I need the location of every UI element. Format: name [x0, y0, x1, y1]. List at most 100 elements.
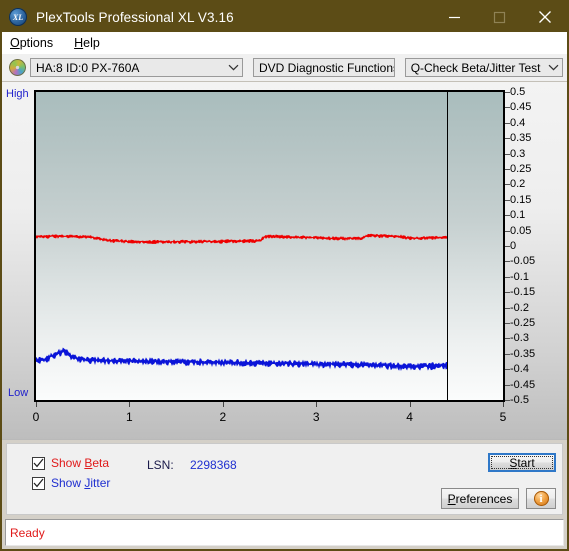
y-tick-label: -0.4: [510, 363, 529, 376]
y-tick-mark: [505, 230, 510, 232]
show-jitter-label: Show Jitter: [51, 476, 110, 490]
y-tick-label: 0.05: [510, 224, 532, 237]
trace-jitter: [36, 347, 448, 371]
x-tick-mark: [222, 402, 224, 407]
y-tick-mark: [505, 307, 510, 309]
y-tick-label: -0.3: [510, 332, 529, 345]
x-tick-label: 0: [32, 410, 40, 424]
menu-item-help[interactable]: Help: [72, 36, 110, 50]
prefs-label-accel: P: [447, 491, 456, 506]
chevron-down-icon: [548, 64, 559, 71]
show-jitter-label-post: itter: [90, 476, 111, 490]
y-tick-label: -0.5: [510, 394, 529, 406]
y-tick-mark: [505, 323, 510, 324]
x-tick-mark: [409, 402, 411, 407]
y-tick-label: -0.05: [510, 255, 536, 268]
y-tick-label: 0.2: [510, 178, 526, 191]
menu-item-options[interactable]: Options: [8, 36, 63, 50]
x-tick-label: 1: [126, 410, 133, 424]
y-tick-label: -0.15: [510, 286, 536, 299]
drive-select-value: HA:8 ID:0 PX-760A: [36, 60, 140, 75]
x-tick-mark: [36, 402, 37, 407]
drive-select[interactable]: HA:8 ID:0 PX-760A: [30, 58, 243, 77]
y-tick-mark: [505, 153, 510, 155]
y-tick-label: 0.35: [510, 132, 532, 145]
plot-area[interactable]: [34, 90, 505, 402]
test-select-value: Q-Check Beta/Jitter Test: [410, 60, 541, 75]
menu-bar: Options Help: [2, 32, 567, 54]
x-tick-label: 3: [312, 410, 320, 424]
maximize-button[interactable]: [477, 2, 522, 32]
show-beta-label: Show Beta: [51, 456, 109, 470]
focus-ring: [491, 456, 553, 469]
application-window: XL PlexTools Professional XL V3.16 Optio…: [0, 0, 569, 551]
info-button[interactable]: i: [526, 488, 556, 509]
x-tick-label: 4: [406, 410, 413, 424]
show-jitter-checkbox[interactable]: Show Jitter: [32, 476, 110, 490]
title-bar: XL PlexTools Professional XL V3.16: [2, 2, 567, 32]
trace-beta: [36, 233, 448, 245]
window-buttons: [432, 2, 567, 32]
axis-label-high: High: [6, 88, 29, 100]
y-tick-mark: [505, 184, 510, 186]
y-tick-mark: [505, 169, 510, 170]
y-tick-mark: [505, 215, 510, 217]
lsn-label: LSN:: [147, 458, 174, 472]
y-tick-label: 0.45: [510, 101, 532, 114]
y-tick-mark: [505, 338, 510, 340]
y-tick-mark: [505, 369, 510, 371]
close-button[interactable]: [522, 2, 567, 32]
minimize-button[interactable]: [432, 2, 477, 32]
y-tick-mark: [505, 92, 510, 93]
app-logo-icon: XL: [9, 8, 27, 26]
close-icon: [538, 11, 551, 23]
y-tick-mark: [505, 246, 510, 247]
y-tick-mark: [505, 122, 510, 124]
start-button[interactable]: Start: [488, 453, 556, 472]
y-tick-label: -0.35: [510, 347, 536, 360]
info-icon: i: [533, 491, 549, 506]
beta-jitter-chart: High Low 0.5 0.45 0.4 0.35 0.3 0.25 0.2 0.15 0.1…: [2, 82, 567, 440]
y-tick-mark: [505, 199, 510, 201]
lsn-value: 2298368: [190, 458, 237, 472]
show-beta-checkbox-box[interactable]: [32, 456, 45, 470]
y-tick-label: -0.45: [510, 378, 536, 391]
y-tick-label: 0: [510, 240, 517, 252]
preferences-button-label: Preferences: [448, 492, 513, 506]
chevron-down-icon: [228, 64, 239, 71]
show-jitter-checkbox-box[interactable]: [32, 476, 45, 490]
y-tick-label: -0.2: [510, 301, 529, 314]
prefs-label-post: references: [455, 491, 513, 506]
y-tick-mark: [505, 292, 510, 294]
y-tick-label: -0.25: [510, 317, 536, 329]
controls-panel: Show Beta Show Jitter LSN: 2298368 Start…: [6, 443, 563, 515]
y-tick-label: 0.25: [510, 163, 532, 175]
x-tick-label: 5: [499, 410, 507, 424]
x-tick-mark: [503, 402, 504, 407]
y-tick-label: -0.1: [510, 270, 529, 283]
minimize-icon: [449, 16, 460, 18]
window-title: PlexTools Professional XL V3.16: [36, 9, 234, 25]
preferences-button[interactable]: Preferences: [441, 488, 519, 509]
data-traces: [36, 233, 448, 371]
function-select[interactable]: DVD Diagnostic Functions: [252, 58, 395, 77]
show-beta-checkbox[interactable]: Show Beta: [32, 456, 109, 470]
y-tick-mark: [505, 276, 510, 278]
y-tick-mark: [505, 107, 510, 109]
y-tick-label: 0.3: [510, 147, 526, 160]
cd-disc-icon: [9, 59, 26, 76]
show-beta-label-pre: Show: [51, 456, 85, 470]
check-icon: [33, 478, 44, 488]
x-tick-mark: [129, 402, 131, 407]
y-tick-label: 0.15: [510, 193, 532, 206]
x-tick-label: 2: [219, 410, 227, 424]
data-end-marker: [446, 92, 448, 400]
axis-label-low: Low: [8, 387, 29, 399]
show-jitter-label-pre: Show: [51, 476, 85, 490]
test-select[interactable]: Q-Check Beta/Jitter Test: [404, 58, 563, 77]
selector-toolbar: HA:8 ID:0 PX-760A DVD Diagnostic Functio…: [2, 54, 567, 82]
menu-item-help-label: elp: [83, 35, 100, 50]
status-text: Ready: [10, 525, 45, 540]
y-tick-label: 0.1: [510, 209, 526, 222]
y-tick-mark: [505, 138, 510, 140]
